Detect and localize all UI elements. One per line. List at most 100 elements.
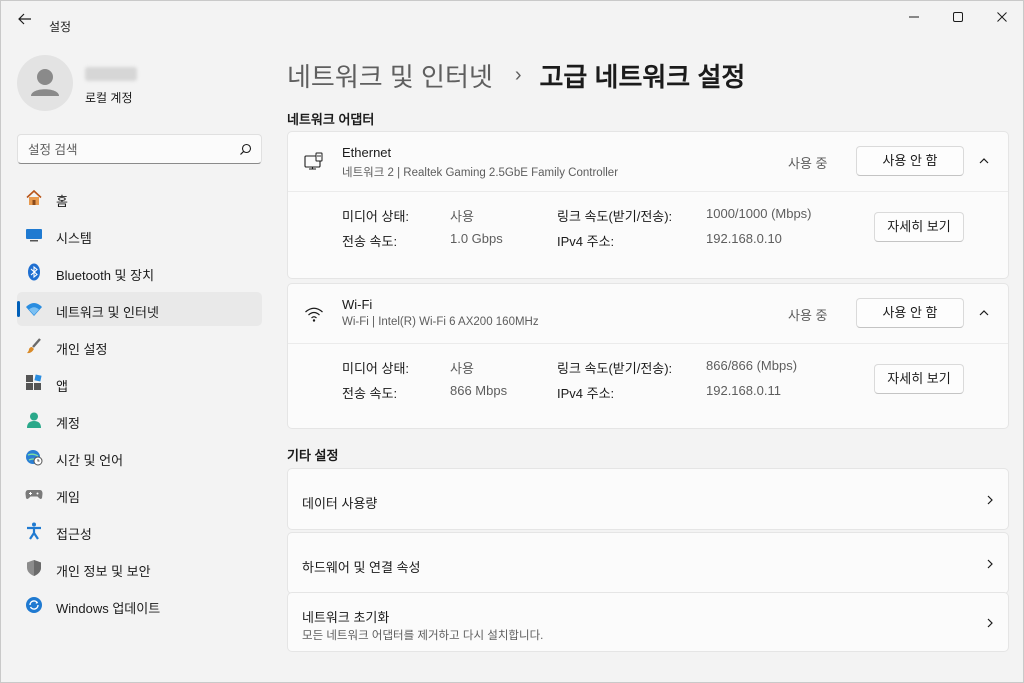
wifi-signal-icon bbox=[305, 307, 323, 322]
sidebar-item-label: 시간 및 언어 bbox=[56, 453, 124, 468]
apps-icon bbox=[26, 374, 42, 390]
close-icon bbox=[997, 12, 1007, 22]
adapter-name: Wi-Fi bbox=[342, 297, 373, 312]
ipv4-value: 192.168.0.10 bbox=[706, 231, 782, 246]
maximize-button[interactable] bbox=[935, 1, 981, 33]
sidebar-item-personalization[interactable]: 개인 설정 bbox=[17, 329, 262, 363]
avatar[interactable] bbox=[17, 55, 73, 111]
adapter-card-wifi: Wi-Fi Wi-Fi | Intel(R) Wi-Fi 6 AX200 160… bbox=[287, 283, 1009, 429]
sidebar-item-home[interactable]: 홈 bbox=[17, 181, 262, 215]
speed-label: 전송 속도: bbox=[342, 386, 398, 401]
gamepad-icon bbox=[25, 490, 43, 499]
app-title: 설정 bbox=[49, 20, 72, 34]
row-title: 하드웨어 및 연결 속성 bbox=[302, 560, 421, 575]
search-box[interactable] bbox=[17, 134, 262, 164]
account-type: 로컬 계정 bbox=[85, 91, 133, 105]
sidebar-item-system[interactable]: 시스템 bbox=[17, 218, 262, 252]
adapter-details: 미디어 상태: 사용 전송 속도: 1.0 Gbps 링크 속도(받기/전송):… bbox=[288, 192, 1008, 272]
accessibility-icon bbox=[27, 522, 41, 540]
sidebar-item-label: 게임 bbox=[56, 490, 80, 505]
breadcrumb-separator: › bbox=[514, 64, 522, 86]
chevron-up-icon[interactable] bbox=[978, 307, 990, 319]
title-bar: 설정 bbox=[1, 1, 1023, 37]
profile-name-blurred bbox=[85, 67, 137, 81]
sidebar-item-label: 계정 bbox=[56, 416, 80, 431]
adapter-name: Ethernet bbox=[342, 145, 392, 160]
adapter-status: 사용 중 bbox=[788, 156, 828, 171]
sidebar-item-privacy[interactable]: 개인 정보 및 보안 bbox=[17, 551, 262, 585]
page-title: 고급 네트워크 설정 bbox=[539, 62, 746, 92]
row-subtitle: 모든 네트워크 어댑터를 제거하고 다시 설치합니다. bbox=[302, 630, 544, 642]
ethernet-icon bbox=[304, 152, 323, 170]
sidebar-item-label: 네트워크 및 인터넷 bbox=[56, 305, 159, 320]
sidebar-nav: 홈 시스템 Bluetooth 및 장치 네트워크 및 인터넷 개인 설정 앱 … bbox=[17, 181, 262, 625]
minimize-button[interactable] bbox=[891, 1, 937, 33]
sidebar-item-label: 개인 설정 bbox=[56, 342, 108, 357]
view-details-button[interactable]: 자세히 보기 bbox=[874, 212, 964, 242]
media-state-label: 미디어 상태: bbox=[342, 361, 410, 376]
row-data-usage[interactable]: 데이터 사용량 bbox=[287, 468, 1009, 530]
chevron-up-icon[interactable] bbox=[978, 155, 990, 167]
maximize-icon bbox=[953, 12, 963, 22]
sidebar-item-label: Windows 업데이트 bbox=[56, 601, 161, 616]
settings-window: 설정 로컬 계정 홈 bbox=[0, 0, 1024, 683]
sidebar-item-label: 시스템 bbox=[56, 231, 92, 246]
row-hardware-properties[interactable]: 하드웨어 및 연결 속성 bbox=[287, 532, 1009, 594]
account-icon bbox=[27, 412, 41, 428]
row-network-reset[interactable]: 네트워크 초기화 모든 네트워크 어댑터를 제거하고 다시 설치합니다. bbox=[287, 592, 1009, 652]
adapter-card-ethernet: Ethernet 네트워크 2 | Realtek Gaming 2.5GbE … bbox=[287, 131, 1009, 279]
ipv4-label: IPv4 주소: bbox=[557, 386, 615, 401]
brush-icon bbox=[27, 338, 41, 354]
adapter-header[interactable]: Ethernet 네트워크 2 | Realtek Gaming 2.5GbE … bbox=[288, 132, 1008, 192]
bluetooth-icon bbox=[28, 263, 40, 281]
sidebar-item-label: 접근성 bbox=[56, 527, 92, 542]
sidebar-item-apps[interactable]: 앱 bbox=[17, 366, 262, 400]
sidebar-item-label: 홈 bbox=[56, 194, 68, 209]
view-details-button[interactable]: 자세히 보기 bbox=[874, 364, 964, 394]
chevron-right-icon bbox=[987, 495, 993, 505]
user-icon bbox=[31, 69, 59, 96]
section-title-adapters: 네트워크 어댑터 bbox=[287, 112, 375, 127]
chevron-right-icon bbox=[987, 559, 993, 569]
media-state-label: 미디어 상태: bbox=[342, 209, 410, 224]
close-button[interactable] bbox=[979, 1, 1024, 33]
sidebar-item-network[interactable]: 네트워크 및 인터넷 bbox=[17, 292, 262, 326]
sidebar-item-gaming[interactable]: 게임 bbox=[17, 477, 262, 511]
chevron-right-icon bbox=[987, 618, 993, 628]
search-icon[interactable] bbox=[239, 143, 252, 156]
adapter-details: 미디어 상태: 사용 전송 속도: 866 Mbps 링크 속도(받기/전송):… bbox=[288, 344, 1008, 424]
system-icon bbox=[26, 229, 42, 242]
sidebar-item-label: 앱 bbox=[56, 379, 68, 394]
breadcrumb-parent-link[interactable]: 네트워크 및 인터넷 bbox=[287, 57, 493, 94]
sidebar-item-accessibility[interactable]: 접근성 bbox=[17, 514, 262, 548]
globe-clock-icon bbox=[26, 450, 43, 466]
row-title: 네트워크 초기화 bbox=[302, 610, 390, 625]
speed-label: 전송 속도: bbox=[342, 234, 398, 249]
adapter-status: 사용 중 bbox=[788, 308, 828, 323]
wifi-icon bbox=[26, 303, 42, 316]
disable-adapter-button[interactable]: 사용 안 함 bbox=[856, 146, 964, 176]
speed-value: 866 Mbps bbox=[450, 383, 508, 398]
back-button[interactable] bbox=[13, 9, 37, 29]
sidebar-item-bluetooth[interactable]: Bluetooth 및 장치 bbox=[17, 255, 262, 289]
row-title: 데이터 사용량 bbox=[302, 496, 378, 511]
home-icon bbox=[26, 189, 42, 205]
sidebar-item-accounts[interactable]: 계정 bbox=[17, 403, 262, 437]
sidebar-item-time-language[interactable]: 시간 및 언어 bbox=[17, 440, 262, 474]
breadcrumb: 네트워크 및 인터넷 › 고급 네트워크 설정 bbox=[287, 57, 745, 94]
section-title-other: 기타 설정 bbox=[287, 448, 339, 463]
adapter-description: 네트워크 2 | Realtek Gaming 2.5GbE Family Co… bbox=[342, 167, 619, 179]
sidebar-item-label: 개인 정보 및 보안 bbox=[56, 564, 151, 579]
speed-value: 1.0 Gbps bbox=[450, 231, 503, 246]
shield-icon bbox=[27, 560, 41, 576]
link-speed-label: 링크 속도(받기/전송): bbox=[557, 209, 673, 224]
link-speed-value: 866/866 (Mbps) bbox=[706, 358, 798, 373]
ipv4-label: IPv4 주소: bbox=[557, 234, 615, 249]
media-state-value: 사용 bbox=[450, 209, 474, 224]
adapter-header[interactable]: Wi-Fi Wi-Fi | Intel(R) Wi-Fi 6 AX200 160… bbox=[288, 284, 1008, 344]
search-input[interactable] bbox=[28, 141, 228, 159]
sidebar-item-windows-update[interactable]: Windows 업데이트 bbox=[17, 588, 262, 622]
update-icon bbox=[26, 597, 42, 613]
disable-adapter-button[interactable]: 사용 안 함 bbox=[856, 298, 964, 328]
adapter-description: Wi-Fi | Intel(R) Wi-Fi 6 AX200 160MHz bbox=[342, 316, 539, 328]
